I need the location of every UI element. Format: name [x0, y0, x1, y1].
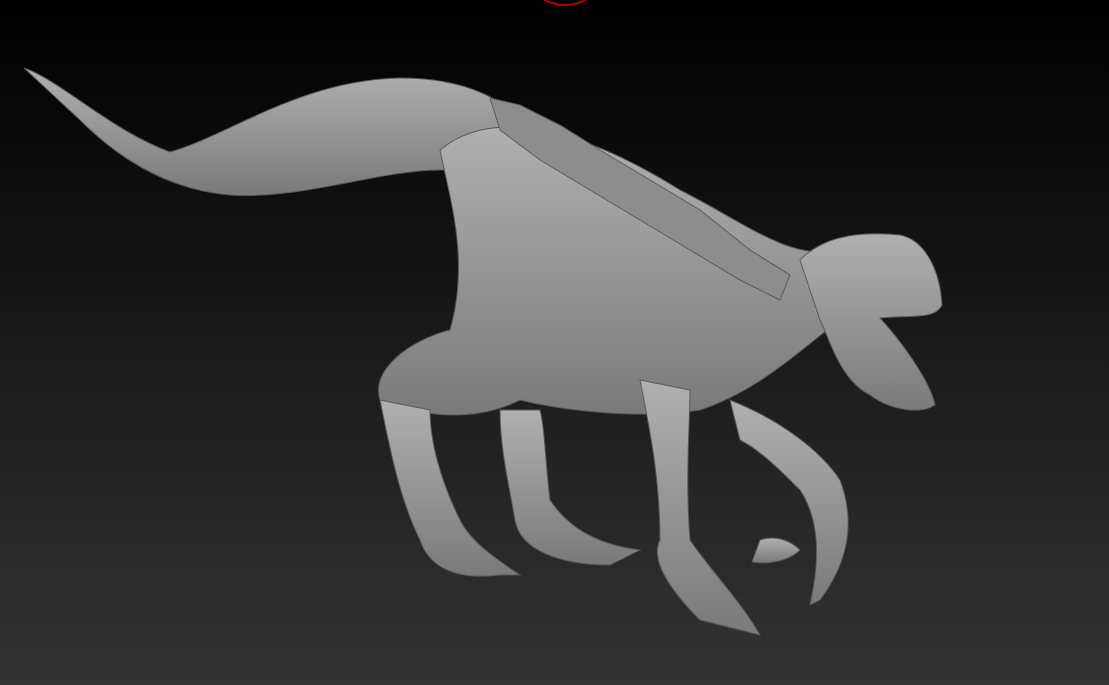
front-arm-far	[729, 399, 849, 606]
claws-near	[751, 537, 801, 564]
3d-viewport-canvas[interactable]	[0, 0, 1109, 685]
head	[799, 233, 943, 411]
dinosaur-sculpt-model[interactable]	[0, 0, 1109, 685]
back-leg-far	[499, 409, 642, 566]
back-leg	[379, 399, 522, 577]
